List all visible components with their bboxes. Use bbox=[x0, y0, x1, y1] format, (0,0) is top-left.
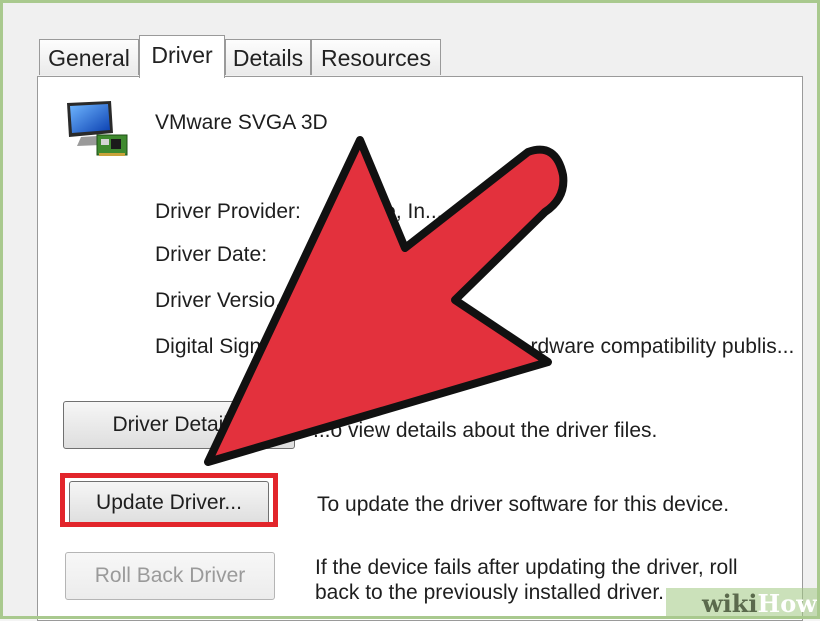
wikihow-watermark: wikiHow bbox=[666, 588, 820, 619]
watermark-wiki: wiki bbox=[702, 589, 758, 618]
watermark-how: How bbox=[757, 589, 817, 618]
red-arrow-annotation-icon bbox=[204, 136, 568, 466]
